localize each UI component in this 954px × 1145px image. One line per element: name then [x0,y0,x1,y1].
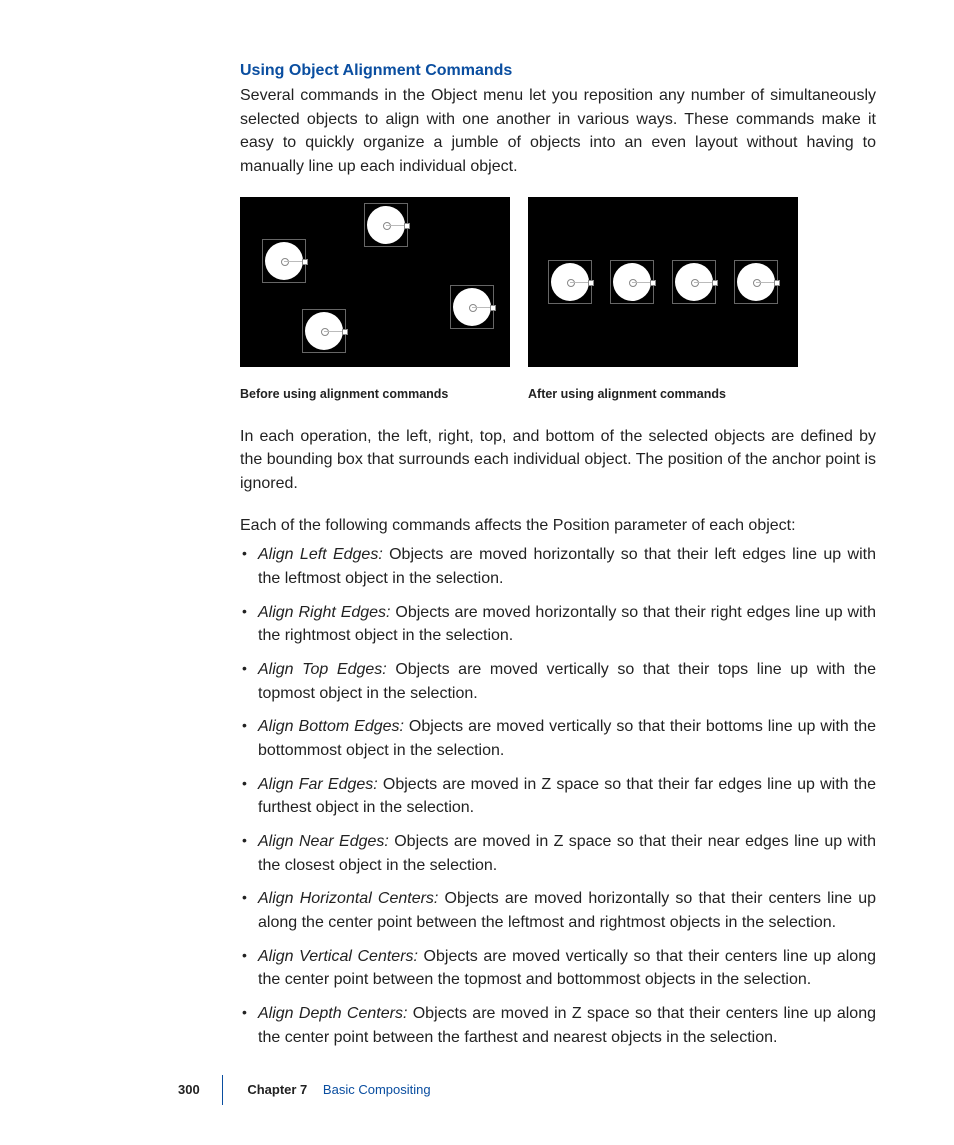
page-number: 300 [178,1082,200,1097]
list-item: Align Horizontal Centers: Objects are mo… [258,887,876,934]
intro-paragraph: Several commands in the Object menu let … [240,84,876,179]
list-item: Align Left Edges: Objects are moved hori… [258,543,876,590]
list-item: Align Right Edges: Objects are moved hor… [258,601,876,648]
term: Align Depth Centers: [258,1005,407,1022]
term: Align Far Edges: [258,776,378,793]
list-item: Align Vertical Centers: Objects are move… [258,945,876,992]
term: Align Near Edges: [258,833,389,850]
effect-paragraph: Each of the following commands affects t… [240,514,876,538]
list-item: Align Top Edges: Objects are moved verti… [258,658,876,705]
term: Align Right Edges: [258,604,391,621]
term: Align Vertical Centers: [258,948,418,965]
list-item: Align Near Edges: Objects are moved in Z… [258,830,876,877]
term: Align Top Edges: [258,661,387,678]
section-heading: Using Object Alignment Commands [240,62,876,80]
term: Align Bottom Edges: [258,718,404,735]
figure-after [528,197,798,367]
caption-before: Before using alignment commands [240,377,510,401]
figure-before [240,197,510,367]
list-item: Align Bottom Edges: Objects are moved ve… [258,715,876,762]
bbox-paragraph: In each operation, the left, right, top,… [240,425,876,496]
list-item: Align Far Edges: Objects are moved in Z … [258,773,876,820]
term: Align Left Edges: [258,546,383,563]
caption-after: After using alignment commands [528,377,798,401]
chapter-title: Basic Compositing [323,1082,431,1097]
command-list: Align Left Edges: Objects are moved hori… [240,543,876,1049]
page-footer: 300 Chapter 7 Basic Compositing [0,1082,954,1097]
list-item: Align Depth Centers: Objects are moved i… [258,1002,876,1049]
chapter-label: Chapter 7 [247,1082,307,1097]
term: Align Horizontal Centers: [258,890,438,907]
figure-row [240,197,876,367]
